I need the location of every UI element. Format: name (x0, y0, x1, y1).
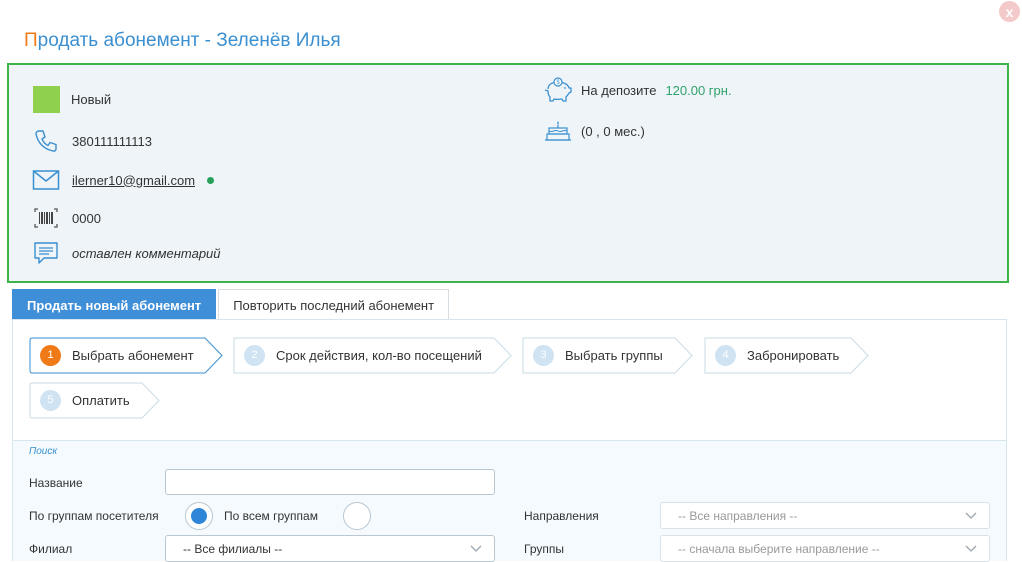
card-number: 0000 (72, 210, 101, 226)
step-pay[interactable]: 5 Оплатить (29, 382, 161, 419)
deposit-row: $ На депозите 120.00 грн. (543, 75, 732, 105)
groups-label: Группы (524, 542, 564, 556)
cake-icon (543, 116, 573, 146)
phone-text: 380111111113 (72, 133, 153, 149)
directions-select[interactable]: -- Все направления -- (660, 502, 990, 529)
close-button[interactable]: x (999, 1, 1020, 22)
search-form: Поиск Название По группам посетителя По … (13, 440, 1006, 562)
email-row: ilerner10@gmail.com (31, 165, 215, 195)
tab-repeat-last[interactable]: Повторить последний абонемент (218, 289, 450, 320)
radio-all-groups-label: По всем группам (224, 509, 318, 523)
chevron-down-icon (470, 545, 482, 552)
email-verified-dot (207, 176, 215, 184)
step-duration[interactable]: 2 Срок действия, кол-во посещений (233, 337, 512, 374)
client-info-panel: Новый 380111111113 ilerner10@gmail.com 0… (7, 63, 1009, 283)
step-number: 3 (533, 344, 554, 366)
phone-icon (31, 126, 61, 156)
comment-text: оставлен комментарий (72, 245, 221, 261)
tab-sell-new[interactable]: Продать новый абонемент (12, 289, 217, 320)
envelope-icon (31, 165, 61, 195)
radio-all-groups[interactable] (343, 502, 371, 530)
groups-value: -- сначала выберите направление -- (678, 541, 880, 556)
step-label: Выбрать абонемент (72, 347, 194, 363)
step-select-groups[interactable]: 3 Выбрать группы (522, 337, 694, 374)
chevron-down-icon (965, 512, 977, 519)
phone-row: 380111111113 (31, 126, 152, 156)
title-text: родать абонемент - Зеленёв Илья (37, 30, 341, 51)
piggy-bank-icon: $ (543, 75, 573, 105)
step-number: 1 (40, 344, 61, 366)
name-label: Название (29, 476, 83, 490)
status-row: Новый (33, 86, 111, 113)
sell-panel: 1 Выбрать абонемент 2 Срок действия, кол… (12, 319, 1007, 562)
step-label: Выбрать группы (565, 347, 663, 363)
step-number: 2 (244, 344, 265, 366)
page-title: Продать абонемент - Зеленёв Илья (24, 30, 341, 52)
step-select-subscription[interactable]: 1 Выбрать абонемент (29, 337, 223, 374)
birthday-text: (0 , 0 мес.) (581, 123, 645, 139)
directions-value: -- Все направления -- (678, 508, 798, 523)
step-label: Оплатить (72, 392, 130, 408)
branch-value: -- Все филиалы -- (183, 541, 283, 556)
deposit-amount: 120.00 грн. (665, 82, 732, 98)
step-book[interactable]: 4 Забронировать (704, 337, 870, 374)
name-input[interactable] (165, 469, 495, 495)
radio-visitor-groups-label: По группам посетителя (29, 509, 159, 523)
status-color-square (33, 86, 60, 113)
barcode-icon (31, 203, 61, 233)
branch-select[interactable]: -- Все филиалы -- (165, 535, 495, 562)
tab-bar: Продать новый абонемент Повторить послед… (12, 289, 451, 320)
title-first-letter: П (24, 30, 38, 51)
chevron-down-icon (965, 545, 977, 552)
search-caption: Поиск (29, 446, 58, 457)
step-number: 5 (40, 389, 61, 411)
comment-row: оставлен комментарий (31, 238, 221, 268)
radio-visitor-groups[interactable] (185, 502, 213, 530)
wizard-steps: 1 Выбрать абонемент 2 Срок действия, кол… (13, 320, 1006, 440)
birthday-row: (0 , 0 мес.) (543, 116, 645, 146)
step-label: Срок действия, кол-во посещений (276, 347, 482, 363)
branch-label: Филиал (29, 542, 73, 556)
step-number: 4 (715, 344, 736, 366)
directions-label: Направления (524, 509, 599, 523)
status-text: Новый (71, 92, 112, 107)
comment-icon (31, 238, 61, 268)
step-label: Забронировать (747, 347, 840, 363)
deposit-label: На депозите (581, 82, 657, 98)
card-row: 0000 (31, 203, 101, 233)
groups-select[interactable]: -- сначала выберите направление -- (660, 535, 990, 562)
email-link[interactable]: ilerner10@gmail.com (72, 173, 195, 188)
